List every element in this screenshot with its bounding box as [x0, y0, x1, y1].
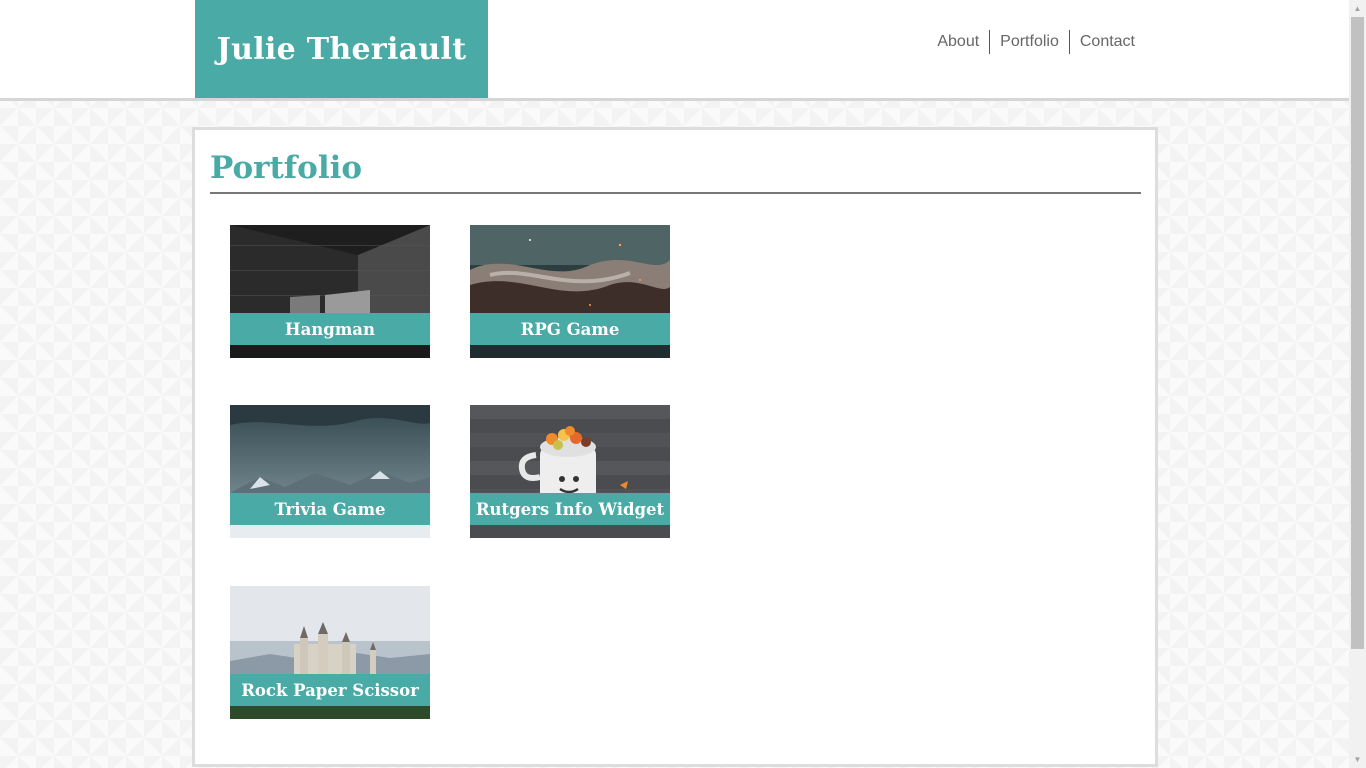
- scroll-up-icon[interactable]: ▲: [1349, 0, 1366, 17]
- project-title: Rock Paper Scissor: [230, 674, 430, 706]
- site-header: Julie Theriault About Portfolio Contact: [0, 0, 1349, 101]
- nav-link-about[interactable]: About: [927, 30, 989, 54]
- main-nav: About Portfolio Contact: [927, 30, 1145, 54]
- page-scrollbar[interactable]: ▲ ▼: [1349, 0, 1366, 768]
- project-card-rpg-game[interactable]: RPG Game: [470, 225, 670, 358]
- scrollbar-thumb[interactable]: [1351, 17, 1364, 649]
- project-card-trivia-game[interactable]: Trivia Game: [230, 405, 430, 538]
- project-title: Rutgers Info Widget: [470, 493, 670, 525]
- site-title[interactable]: Julie Theriault: [195, 0, 488, 98]
- project-title: Trivia Game: [230, 493, 430, 525]
- page-title: Portfolio: [210, 150, 1141, 194]
- nav-link-contact[interactable]: Contact: [1068, 30, 1145, 54]
- project-title: RPG Game: [470, 313, 670, 345]
- nav-link-portfolio[interactable]: Portfolio: [989, 30, 1069, 54]
- project-card-rock-paper-scissor[interactable]: Rock Paper Scissor: [230, 586, 430, 719]
- scroll-down-icon[interactable]: ▼: [1349, 751, 1366, 768]
- project-title: Hangman: [230, 313, 430, 345]
- project-card-rutgers-info-widget[interactable]: Rutgers Info Widget: [470, 405, 670, 538]
- project-card-hangman[interactable]: Hangman: [230, 225, 430, 358]
